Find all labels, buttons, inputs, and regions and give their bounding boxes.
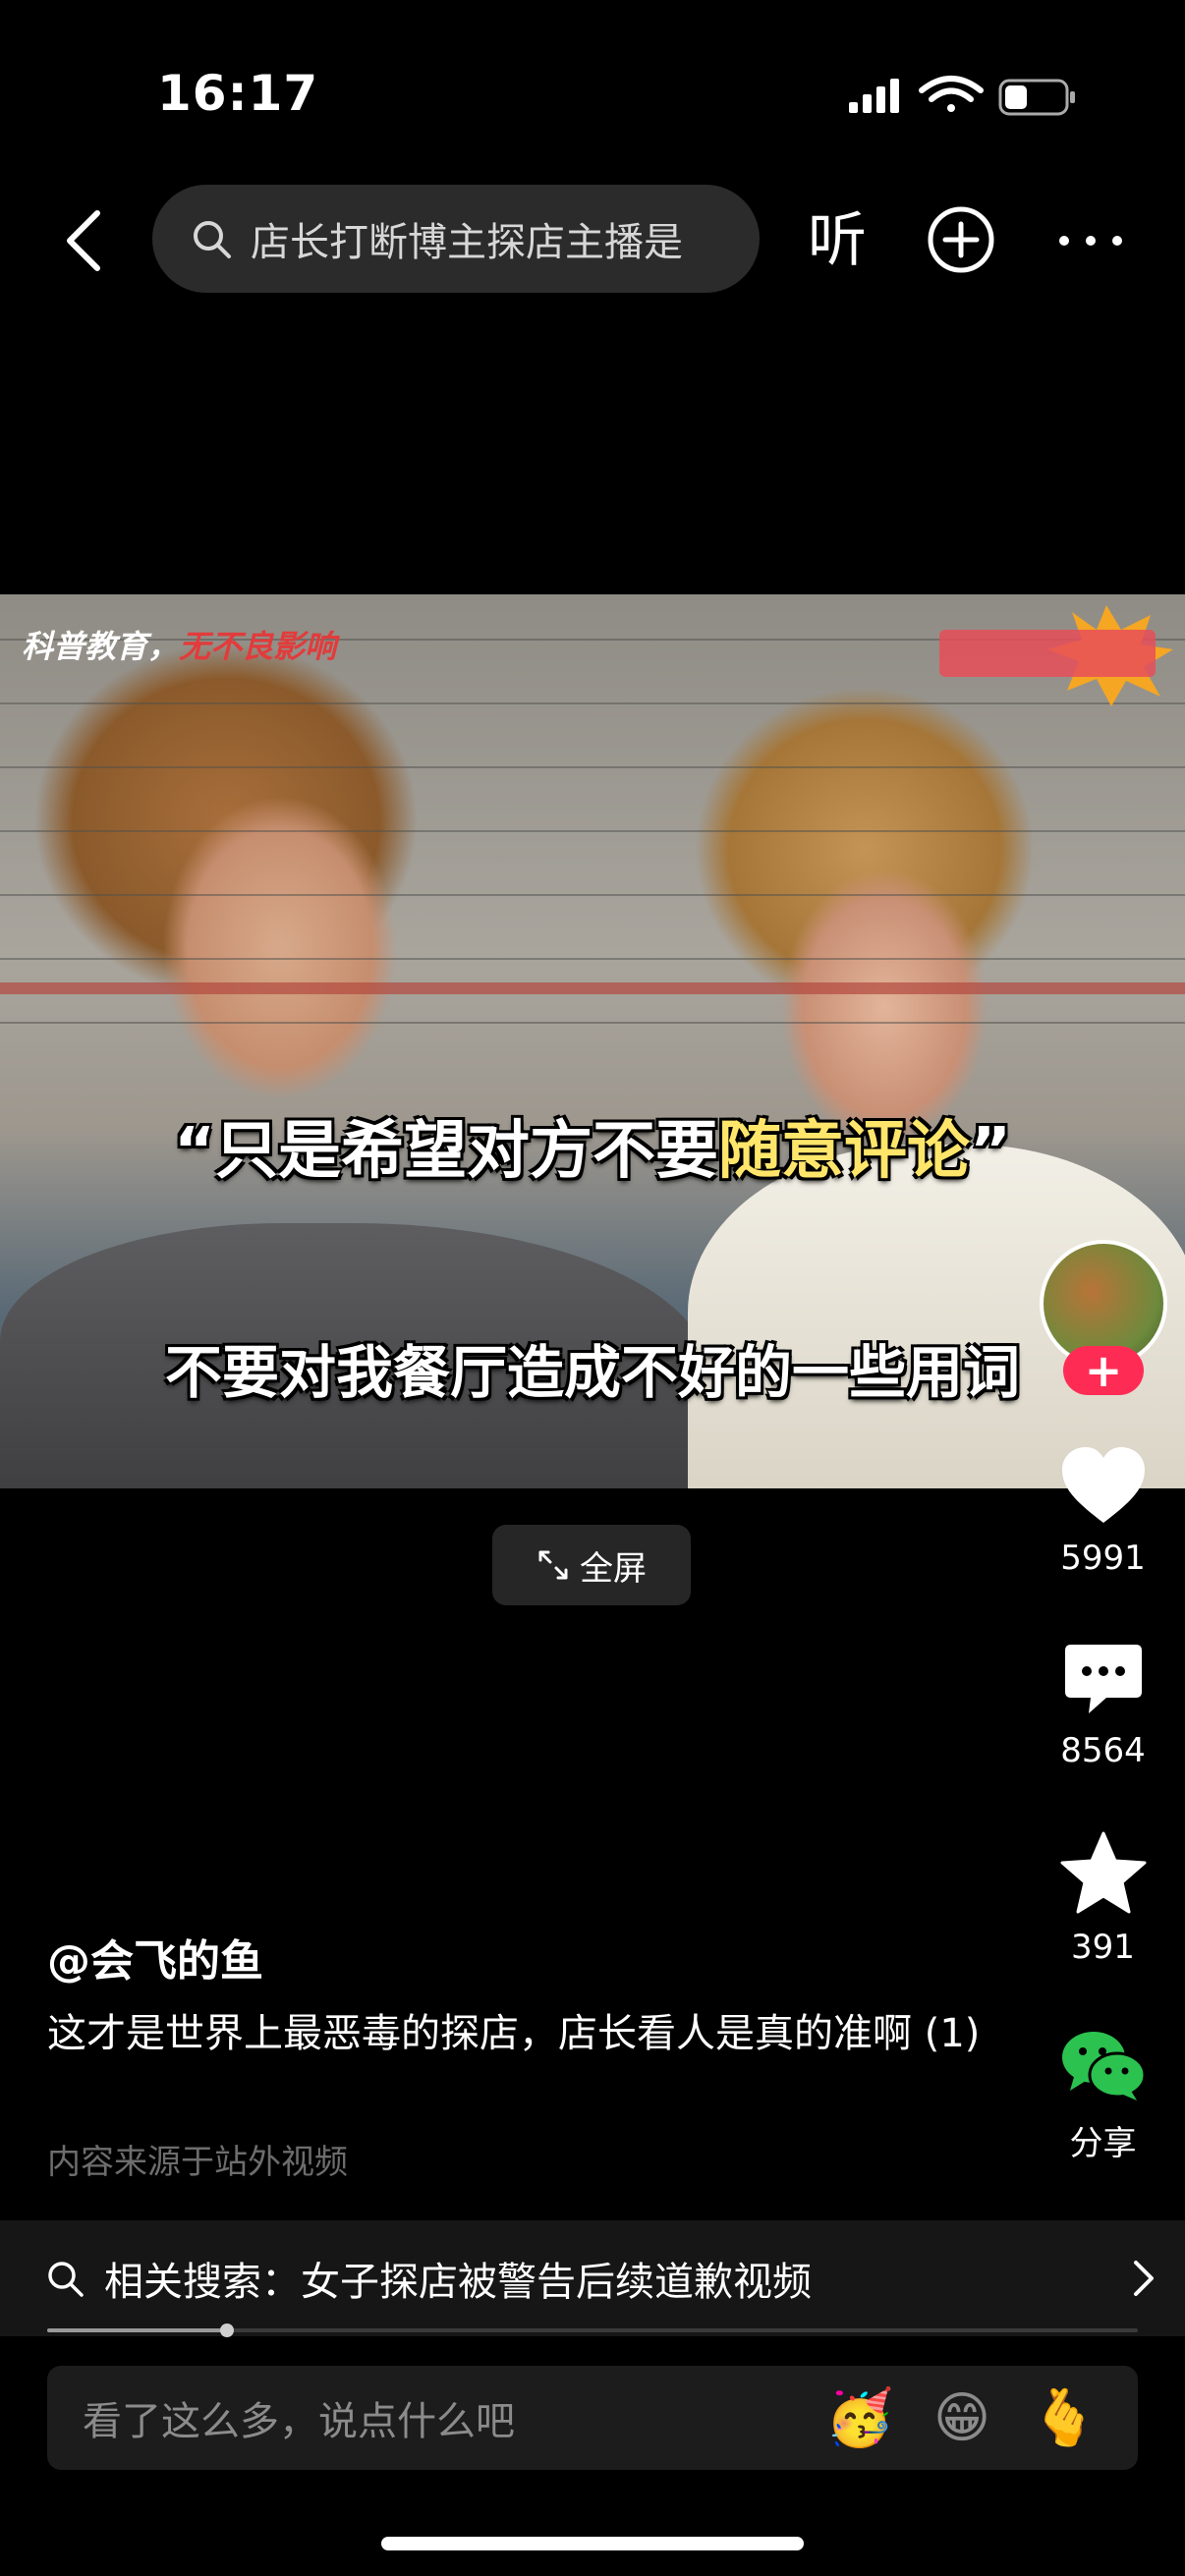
expand-icon — [538, 1550, 568, 1580]
comment-input[interactable]: 看了这么多，说点什么吧 🥳 😁 🫰 — [47, 2366, 1138, 2470]
grin-emoji-button[interactable]: 😁 — [933, 2386, 990, 2450]
star-icon — [1060, 1831, 1146, 1914]
author-name[interactable]: @会飞的鱼 — [47, 1926, 263, 1988]
progress-fill — [47, 2328, 227, 2332]
finger-heart-emoji-button[interactable]: 🫰 — [1030, 2385, 1099, 2450]
chevron-left-icon — [67, 210, 100, 271]
status-time: 16:17 — [157, 65, 319, 122]
video-watermark-text: 科普教育，无不良影响 — [22, 622, 336, 667]
party-emoji-button[interactable]: 🥳 — [825, 2385, 894, 2450]
source-note: 内容来源于站外视频 — [47, 2143, 348, 2182]
comment-placeholder: 看了这么多，说点什么吧 — [83, 2399, 515, 2444]
like-count: 5991 — [1060, 1539, 1146, 1578]
wechat-icon — [1061, 2032, 1146, 2100]
subtitle-1-text: “只是希望对方不要 — [173, 1115, 718, 1188]
plus-circle-icon — [928, 206, 994, 273]
more-button[interactable] — [1056, 206, 1125, 275]
home-indicator[interactable] — [381, 2537, 804, 2550]
watermark-red: 无不良影响 — [179, 628, 337, 665]
like-button[interactable]: 5991 — [1042, 1444, 1164, 1578]
watermark-white: 科普教育， — [22, 628, 180, 665]
subtitle-line-1: “只是希望对方不要随意评论” — [0, 1100, 1185, 1191]
favorite-button[interactable]: 391 — [1042, 1829, 1164, 1967]
related-search-bar[interactable]: 相关搜索：女子探店被警告后续道歉视频 — [0, 2220, 1185, 2336]
video-player[interactable]: 科普教育，无不良影响 “只是希望对方不要随意评论” 不要对我餐厅造成不好的一些用… — [0, 594, 1185, 1488]
subtitle-1-close-quote: ” — [970, 1115, 1012, 1188]
cellular-signal-icon — [849, 79, 899, 113]
battery-icon — [998, 79, 1075, 116]
comment-count: 8564 — [1060, 1731, 1146, 1770]
channel-logo — [939, 600, 1175, 708]
related-search-text: 相关搜索：女子探店被警告后续道歉视频 — [104, 2260, 812, 2305]
subtitle-line-2: 不要对我餐厅造成不好的一些用词 — [164, 1339, 1020, 1406]
share-label: 分享 — [1069, 2124, 1137, 2163]
status-icons — [845, 69, 1081, 124]
search-query-text: 店长打断博主探店主播是 — [251, 220, 683, 265]
fullscreen-label: 全屏 — [580, 1548, 647, 1589]
comment-button[interactable]: 8564 — [1042, 1641, 1164, 1770]
chevron-right-icon — [1134, 2261, 1154, 2296]
search-icon — [48, 2262, 84, 2297]
share-button[interactable]: 分享 — [1042, 2026, 1164, 2164]
progress-handle[interactable] — [220, 2324, 234, 2337]
listen-button[interactable]: 听 — [798, 196, 876, 285]
more-dots-icon — [1059, 236, 1122, 246]
add-button[interactable] — [926, 204, 996, 275]
follow-button[interactable]: + — [1063, 1346, 1144, 1395]
subtitle-1-highlight: 随意评论 — [718, 1115, 970, 1188]
wall-stripe — [0, 982, 1185, 994]
comment-bubble-icon — [1064, 1645, 1142, 1713]
search-icon — [194, 221, 231, 258]
back-button[interactable] — [49, 196, 118, 285]
heart-icon — [1061, 1447, 1145, 1523]
favorite-count: 391 — [1071, 1928, 1135, 1967]
post-caption: 这才是世界上最恶毒的探店，店长看人是真的准啊 (1) — [47, 2011, 981, 2056]
search-bar[interactable]: 店长打断博主探店主播是 — [152, 185, 760, 293]
wifi-icon — [919, 76, 984, 112]
fullscreen-button[interactable]: 全屏 — [492, 1525, 691, 1605]
